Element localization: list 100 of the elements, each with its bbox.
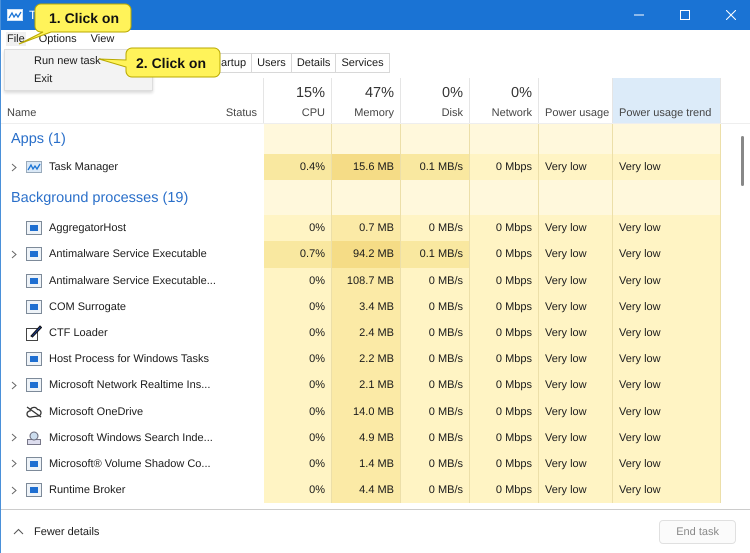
column-label: CPU <box>302 107 325 119</box>
chevron-icon[interactable] <box>11 486 17 495</box>
table-cell: 0 Mbps <box>470 268 539 294</box>
table-cell: 0 MB/s <box>401 398 470 425</box>
window-icon <box>26 221 42 236</box>
table-cell: Very low <box>613 450 721 478</box>
table-cell: Very low <box>539 154 613 180</box>
column-label: Disk <box>442 107 463 119</box>
column-header[interactable]: 47% Memory <box>332 78 401 123</box>
window-icon <box>26 274 42 288</box>
process-name: Antimalware Service Executable... <box>49 274 216 287</box>
table-cell <box>264 180 332 216</box>
group-title: Apps (1) <box>11 131 66 147</box>
table-cell: 15.6 MB <box>332 154 401 180</box>
chevron-icon[interactable] <box>11 250 17 259</box>
window-icon <box>26 483 42 498</box>
table-cell: 0.4% <box>264 154 332 180</box>
table-cell: 1.4 MB <box>332 450 401 478</box>
table-cell: 0% <box>264 320 332 346</box>
process-name: Task Manager <box>49 161 118 174</box>
chart-icon <box>26 161 42 174</box>
table-cell: Very low <box>613 477 721 504</box>
process-name: Microsoft Network Realtime Ins... <box>49 379 210 392</box>
table-cell: 0 MB/s <box>401 215 470 242</box>
table-cell: Very low <box>613 215 721 242</box>
table-cell: 0 Mbps <box>470 320 539 346</box>
table-cell: 4.4 MB <box>332 477 401 504</box>
column-header[interactable]: Power usage trend <box>613 78 721 123</box>
menu-item[interactable]: Options <box>38 32 78 46</box>
table-cell: 2.2 MB <box>332 346 401 372</box>
close-icon[interactable] <box>726 10 736 20</box>
usage-percent: 0% <box>511 85 532 101</box>
table-cell: 0.7% <box>264 241 332 268</box>
table-cell: 0 MB/s <box>401 294 470 320</box>
process-name: COM Surrogate <box>49 300 126 313</box>
table-cell: Very low <box>539 241 613 268</box>
table-cell <box>470 180 539 216</box>
table-cell: Very low <box>539 346 613 372</box>
table-cell: 108.7 MB <box>332 268 401 294</box>
process-name: Antimalware Service Executable <box>49 248 207 260</box>
table-cell: Very low <box>539 215 613 242</box>
table-cell: Very low <box>539 320 613 346</box>
table-cell: 0.1 MB/s <box>401 241 470 268</box>
column-label: Power usage <box>545 107 610 119</box>
tab[interactable]: Services <box>335 53 390 73</box>
column-header[interactable]: 0% Disk <box>401 78 470 123</box>
chevron-icon[interactable] <box>11 162 17 172</box>
table-cell: 0 MB/s <box>401 450 470 478</box>
table-cell <box>264 124 332 154</box>
table-cell: 94.2 MB <box>332 241 401 268</box>
column-header[interactable]: 15% CPU <box>264 78 332 123</box>
caret-up-icon[interactable] <box>13 528 24 535</box>
chevron-icon[interactable] <box>11 380 17 390</box>
table-cell: Very low <box>613 241 721 268</box>
table-cell: 0 Mbps <box>470 154 539 180</box>
table-cell: 0% <box>264 424 332 451</box>
column-header[interactable]: 0% Network <box>470 78 539 123</box>
table-cell: 2.1 MB <box>332 372 401 398</box>
tab[interactable]: Users <box>251 53 291 73</box>
pen-icon <box>26 325 42 342</box>
cloud-icon <box>26 406 42 418</box>
chevron-icon[interactable] <box>11 459 17 468</box>
table-cell: 0.1 MB/s <box>401 154 470 180</box>
table-cell: Very low <box>539 268 613 294</box>
menu-item[interactable]: File <box>6 32 26 46</box>
table-cell: Very low <box>613 346 721 372</box>
table-cell: 0.7 MB <box>332 215 401 242</box>
maximize-icon[interactable] <box>680 10 690 20</box>
callout-tooltip-text: 2. Click on <box>136 55 206 71</box>
table-cell: 0 Mbps <box>470 241 539 268</box>
table-cell: 0% <box>264 477 332 504</box>
table-cell: Very low <box>539 372 613 398</box>
table-cell <box>401 180 470 216</box>
table-cell: Very low <box>539 477 613 504</box>
fewer-details-link[interactable]: Fewer details <box>34 526 100 538</box>
table-cell: 0 Mbps <box>470 477 539 504</box>
table-cell: 3.4 MB <box>332 294 401 320</box>
table-cell: Very low <box>613 154 721 180</box>
process-name: CTF Loader <box>49 327 108 340</box>
table-cell: 0 Mbps <box>470 294 539 320</box>
chevron-icon[interactable] <box>11 433 17 442</box>
usage-percent: 47% <box>364 85 394 101</box>
process-name: Runtime Broker <box>49 484 126 496</box>
table-cell: Very low <box>613 268 721 294</box>
scrollbar-thumb[interactable] <box>741 136 744 186</box>
table-cell: 4.9 MB <box>332 424 401 451</box>
column-header[interactable]: Status <box>223 78 264 123</box>
table-cell: 0 MB/s <box>401 346 470 372</box>
table-cell: Very low <box>539 294 613 320</box>
table-cell: 0 Mbps <box>470 346 539 372</box>
table-cell: 0 MB/s <box>401 424 470 451</box>
menu-item[interactable]: View <box>90 32 116 46</box>
table-cell: 0% <box>264 268 332 294</box>
table-cell <box>332 124 401 154</box>
window-icon <box>26 456 42 471</box>
table-cell: 0 Mbps <box>470 398 539 425</box>
table-cell <box>332 180 401 216</box>
process-name: Microsoft® Volume Shadow Co... <box>49 458 211 470</box>
tab[interactable]: Details <box>290 53 336 73</box>
usage-percent: 15% <box>296 85 325 101</box>
